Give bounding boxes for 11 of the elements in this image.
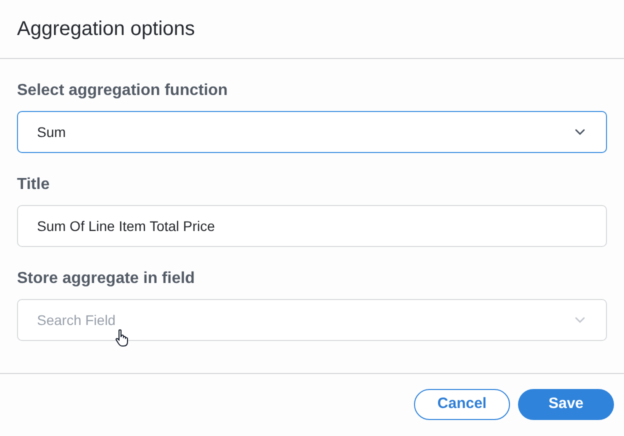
save-button[interactable]: Save <box>518 389 614 420</box>
field-label: Store aggregate in field <box>17 269 196 289</box>
field-label: Select aggregation function <box>17 81 229 101</box>
dropdown-field[interactable]: Sum <box>17 111 607 153</box>
chevron-down-icon <box>574 316 586 324</box>
hand-pointer-icon <box>115 329 131 347</box>
text-field[interactable]: Sum Of Line Item Total Price <box>17 205 607 247</box>
dialog-title: Aggregation options <box>17 17 195 42</box>
chevron-down-icon <box>574 128 586 136</box>
field-label: Title <box>17 175 51 195</box>
cancel-button[interactable]: Cancel <box>414 389 510 420</box>
